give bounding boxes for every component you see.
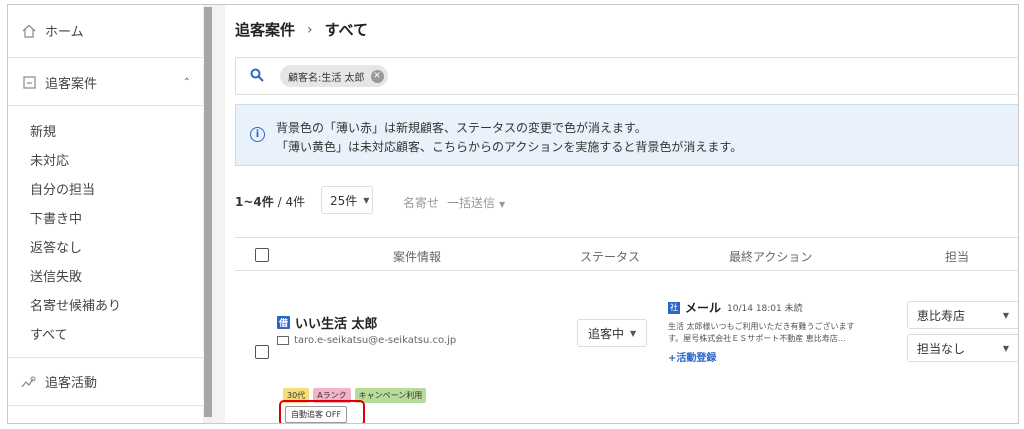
per-page-select[interactable]: 25件 ▼ — [321, 186, 373, 214]
last-action: 社 メール 10/14 18:01 未読 生活 太郎様いつもご利用いただき有難う… — [668, 299, 893, 364]
caret-down-icon: ▼ — [1002, 310, 1009, 320]
status-value: 追客中 — [588, 326, 625, 341]
app-window: ホーム 追客案件 ⌃ 新規 未対応 自分の担当 下書き中 返答なし 送信失敗 名… — [7, 4, 1019, 424]
sidebar-item-drafts[interactable]: 下書き中 — [30, 208, 82, 227]
column-owner: 担当 — [945, 250, 970, 264]
company-badge: 社 — [668, 301, 680, 314]
home-icon — [21, 23, 37, 39]
sidebar-item-all[interactable]: すべて — [30, 324, 68, 343]
divider — [8, 105, 203, 106]
customer-email-text: taro.e-seikatsu@e-seikatsu.co.jp — [294, 335, 457, 346]
sidebar-item-label: ホーム — [45, 25, 84, 40]
sidebar: ホーム 追客案件 ⌃ 新規 未対応 自分の担当 下書き中 返答なし 送信失敗 名… — [8, 5, 203, 423]
table-header: 案件情報 ステータス 最終アクション 担当 — [235, 237, 1018, 271]
sidebar-scrollbar[interactable] — [203, 5, 213, 423]
sidebar-item-merge-candidates[interactable]: 名寄せ候補あり — [30, 295, 121, 314]
column-info: 案件情報 — [393, 250, 442, 264]
row-checkbox[interactable] — [255, 345, 269, 359]
notice-line-1: 背景色の「薄い赤」は新規顧客、ステータスの変更で色が消えます。 — [276, 121, 647, 135]
sidebar-item-home[interactable]: ホーム — [8, 21, 203, 40]
sidebar-item-no-reply[interactable]: 返答なし — [30, 237, 82, 256]
column-last-action[interactable]: 最終アクション — [729, 248, 812, 265]
breadcrumb-separator: › — [307, 21, 313, 38]
caret-down-icon: ▼ — [499, 200, 506, 209]
result-count: 1~4件 / 4件 — [235, 193, 305, 210]
store-select[interactable]: 恵比寿店 ▼ — [907, 301, 1018, 329]
customer-name[interactable]: 借 いい生活 太郎 — [277, 313, 378, 332]
filter-chip: 顧客名:生活 太郎 ✕ — [280, 65, 388, 87]
breadcrumb: 追客案件 › すべて — [235, 19, 368, 40]
breadcrumb-parent[interactable]: 追客案件 — [235, 19, 295, 40]
gutter — [213, 5, 225, 423]
table-row[interactable]: 借 いい生活 太郎 taro.e-seikatsu@e-seikatsu.co.… — [235, 271, 1018, 423]
activity-icon — [21, 374, 37, 390]
last-action-body-1: 生活 太郎様いつもご利用いただき有難うございます — [668, 322, 855, 331]
search-icon[interactable] — [250, 67, 264, 86]
tag-campaign: キャンペーン利用 — [354, 388, 427, 403]
owner-value: 担当なし — [917, 341, 966, 356]
notice-line-2: 「薄い黄色」は未対応顧客、こちらからのアクションを実施すると背景色が消えます。 — [276, 140, 743, 154]
customer-name-text[interactable]: いい生活 太郎 — [295, 313, 378, 332]
last-action-body-2: す。屋号株式会社ＥＳサポート不動産 恵比寿店… — [668, 334, 846, 343]
last-action-type: メール — [685, 301, 722, 315]
customer-email: taro.e-seikatsu@e-seikatsu.co.jp — [277, 335, 456, 346]
result-range: 1~4件 — [235, 195, 274, 209]
divider — [8, 57, 203, 58]
result-total: / 4件 — [277, 195, 306, 209]
sidebar-item-activities[interactable]: 追客活動 — [8, 372, 203, 391]
filter-chip-label: 顧客名:生活 太郎 — [288, 72, 365, 84]
rent-badge: 借 — [277, 316, 290, 329]
caret-down-icon: ▼ — [363, 195, 370, 205]
chevron-up-icon[interactable]: ⌃ — [183, 77, 191, 88]
divider — [8, 357, 203, 358]
sidebar-item-leads[interactable]: 追客案件 ⌃ — [8, 73, 203, 92]
highlight-box — [279, 400, 365, 423]
select-all-checkbox[interactable] — [255, 248, 269, 262]
scrollbar-thumb[interactable] — [204, 7, 212, 417]
per-page-value: 25件 — [330, 193, 358, 208]
info-notice: i 背景色の「薄い赤」は新規顧客、ステータスの変更で色が消えます。 「薄い黄色」… — [235, 104, 1018, 166]
sidebar-item-send-failed[interactable]: 送信失敗 — [30, 266, 82, 285]
sidebar-item-label: 追客活動 — [45, 376, 98, 391]
list-icon — [21, 75, 37, 91]
bulk-send-button[interactable]: 一括送信 ▼ — [447, 194, 505, 211]
sidebar-item-new[interactable]: 新規 — [30, 121, 56, 140]
search-bar[interactable]: 顧客名:生活 太郎 ✕ — [235, 57, 1018, 95]
store-value: 恵比寿店 — [917, 308, 966, 323]
sidebar-item-mine[interactable]: 自分の担当 — [30, 179, 95, 198]
register-activity-link[interactable]: +活動登録 — [668, 349, 893, 364]
merge-button[interactable]: 名寄せ — [403, 194, 439, 211]
caret-down-icon: ▼ — [1002, 343, 1009, 353]
caret-down-icon: ▼ — [630, 328, 637, 338]
column-status[interactable]: ステータス — [580, 248, 640, 265]
main-content: 追客案件 › すべて 顧客名:生活 太郎 ✕ i 背景色の「薄い赤」は新規顧客、… — [225, 5, 1018, 423]
divider — [8, 405, 203, 406]
sidebar-item-label: 追客案件 — [45, 77, 98, 92]
sidebar-item-unhandled[interactable]: 未対応 — [30, 150, 69, 169]
mail-icon — [277, 336, 289, 345]
close-icon[interactable]: ✕ — [370, 69, 384, 83]
last-action-date: 10/14 18:01 未読 — [727, 304, 803, 314]
page-title: すべて — [324, 21, 368, 39]
owner-select[interactable]: 担当なし ▼ — [907, 334, 1018, 362]
bulk-send-label: 一括送信 — [447, 196, 496, 210]
info-icon: i — [250, 127, 265, 142]
status-select[interactable]: 追客中 ▼ — [577, 319, 647, 347]
